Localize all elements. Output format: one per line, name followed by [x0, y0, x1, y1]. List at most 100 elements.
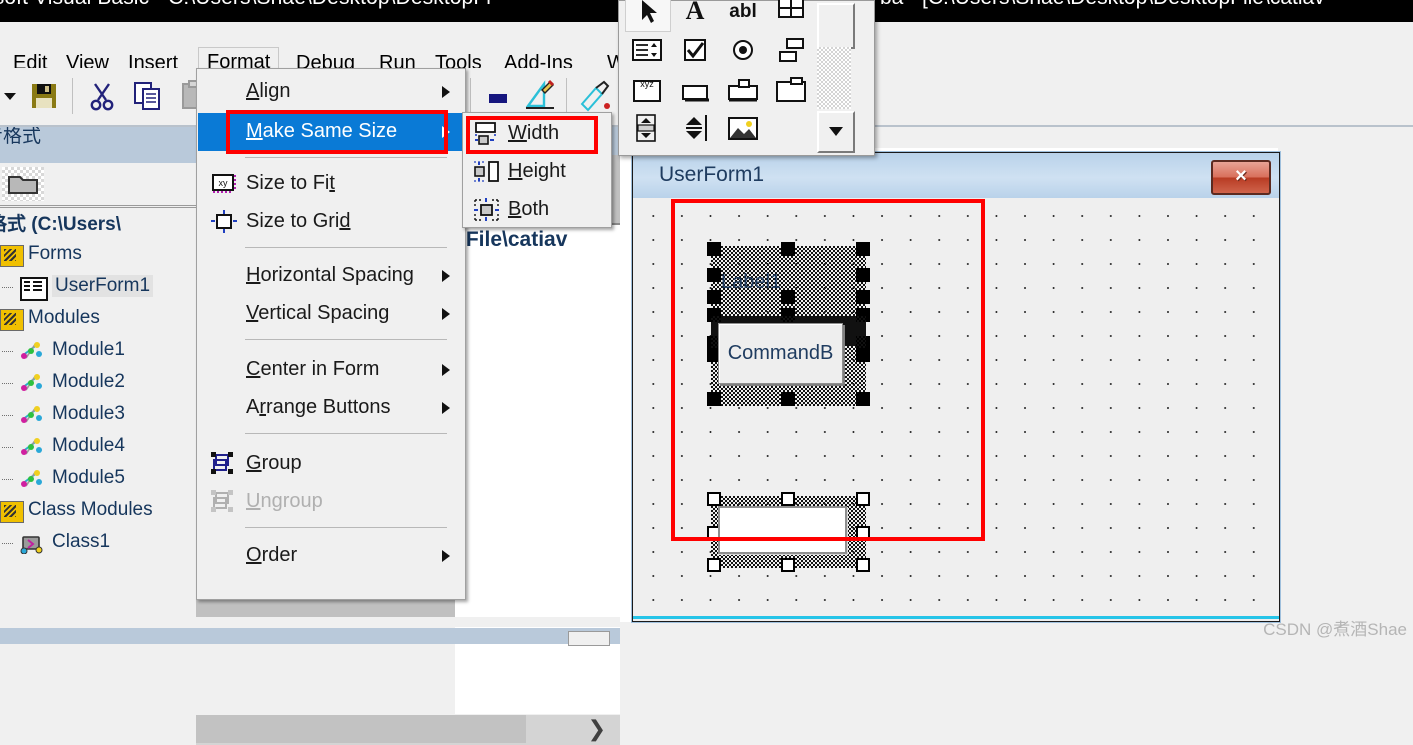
frame-icon[interactable]: xyz: [625, 73, 669, 110]
design-mode-icon[interactable]: [522, 78, 558, 114]
userform-window: UserForm1 × Label1 CommandB: [632, 152, 1280, 622]
tree-node-class1[interactable]: Class1: [0, 527, 196, 559]
commandbutton-icon[interactable]: [673, 73, 717, 110]
project-explorer-toolbar: [0, 165, 196, 208]
selection-handle[interactable]: [707, 392, 721, 406]
submenu-item-height[interactable]: Height: [464, 153, 610, 191]
menu-item-vertical-spacing[interactable]: Vertical Spacing: [198, 295, 464, 333]
selection-handle[interactable]: [856, 392, 870, 406]
svg-text:xyz: xyz: [640, 79, 654, 89]
spinbutton-icon[interactable]: [673, 111, 717, 148]
menu-item-make-same-size-label: Make Same Size: [246, 120, 398, 142]
menu-item-size-to-grid[interactable]: Size to Grid: [198, 203, 464, 241]
listbox-icon[interactable]: [625, 33, 669, 70]
selection-handle[interactable]: [707, 242, 721, 256]
selection-handle[interactable]: [707, 492, 721, 506]
tree-node-forms[interactable]: Forms: [0, 239, 196, 271]
color-swatch-icon[interactable]: [482, 78, 518, 114]
copy-icon[interactable]: [130, 78, 166, 114]
scroll-down-arrow-icon[interactable]: [817, 111, 855, 153]
tree-node-module4[interactable]: Module4: [0, 431, 196, 463]
submenu-arrow-icon: [442, 86, 450, 98]
tree-connector: [2, 287, 13, 288]
tree-node-modules[interactable]: Modules: [0, 303, 196, 335]
userform-canvas[interactable]: Label1 CommandB: [633, 198, 1279, 619]
submenu-arrow-icon: [442, 270, 450, 282]
menu-item-size-to-fit[interactable]: xy Size to Fit: [198, 165, 464, 203]
toolbar-separator-2: [470, 78, 471, 114]
selection-handle[interactable]: [781, 558, 795, 572]
label-icon[interactable]: A: [673, 0, 717, 30]
tree-connector: [2, 383, 13, 384]
optionbutton-icon[interactable]: [721, 33, 765, 70]
chevron-right-icon[interactable]: ❯: [588, 718, 606, 740]
menu-item-ungroup[interactable]: Ungroup: [198, 483, 464, 521]
toolbar-dropdown-arrow-icon[interactable]: [0, 86, 20, 106]
same-both-icon: [472, 197, 502, 223]
tree-node-module1[interactable]: Module1: [0, 335, 196, 367]
tree-node-label: Module3: [52, 403, 125, 424]
menu-item-size-to-grid-label: Size to Grid: [246, 210, 351, 232]
project-explorer-title: 专格式: [0, 127, 42, 147]
selection-handle[interactable]: [856, 526, 870, 540]
hscrollbar-thumb[interactable]: [196, 715, 526, 743]
scrollbar-icon[interactable]: [625, 111, 669, 148]
submenu-arrow-icon: [442, 364, 450, 376]
textbox1-control[interactable]: [718, 506, 847, 554]
submenu-arrow-icon: [442, 550, 450, 562]
code-window-hscrollbar[interactable]: ❯: [196, 714, 620, 745]
tree-node-class-modules[interactable]: Class Modules: [0, 495, 196, 527]
selection-handle[interactable]: [707, 268, 721, 282]
code-window-path-field: pFile\catiav: [455, 223, 622, 269]
toolbox-scroll-up[interactable]: [817, 3, 855, 49]
project-root-node[interactable]: 格式 (C:\Users\: [0, 209, 196, 239]
select-arrow-icon[interactable]: [625, 0, 671, 32]
toolbox-scrollbar[interactable]: [817, 3, 855, 153]
menu-item-make-same-size[interactable]: Make Same Size: [198, 113, 464, 151]
tree-node-userform1[interactable]: UserForm1: [0, 271, 196, 303]
menu-item-center-in-form[interactable]: Center in Form: [198, 351, 464, 389]
selection-handle[interactable]: [856, 242, 870, 256]
textbox-icon[interactable]: abl: [721, 0, 765, 30]
module-icon: [18, 468, 44, 490]
cut-icon[interactable]: [84, 78, 120, 114]
image-icon[interactable]: [721, 111, 765, 148]
commandbutton1-control[interactable]: CommandB: [718, 323, 843, 384]
menu-item-group[interactable]: Group: [198, 445, 464, 483]
menu-separator-3: [245, 339, 447, 340]
save-icon[interactable]: [26, 78, 62, 114]
selection-handle[interactable]: [781, 392, 795, 406]
tree-node-module2[interactable]: Module2: [0, 367, 196, 399]
tree-node-label: Modules: [28, 307, 100, 328]
status-strip: [0, 617, 620, 627]
menu-item-horizontal-spacing[interactable]: Horizontal Spacing: [198, 257, 464, 295]
submenu-item-both[interactable]: Both: [464, 191, 610, 229]
selection-handle[interactable]: [856, 348, 870, 362]
checkbox-icon[interactable]: [673, 33, 717, 70]
group-icon: [210, 451, 238, 477]
menu-item-align[interactable]: Align: [198, 73, 464, 111]
selection-handle[interactable]: [781, 492, 795, 506]
size-to-grid-icon: [210, 209, 238, 235]
toolbox-scroll-track[interactable]: [817, 47, 851, 109]
label1-control[interactable]: Label1: [721, 270, 871, 294]
submenu-item-width-label: Width: [508, 122, 560, 144]
selection-handle[interactable]: [707, 290, 721, 304]
combobox-icon[interactable]: [769, 0, 813, 30]
selection-handle[interactable]: [781, 242, 795, 256]
submenu-item-width[interactable]: Width: [464, 115, 610, 153]
tree-node-module3[interactable]: Module3: [0, 399, 196, 431]
multipage-icon[interactable]: [769, 73, 813, 110]
folder-view-icon[interactable]: [2, 167, 44, 201]
selection-handle[interactable]: [707, 558, 721, 572]
close-icon[interactable]: ×: [1211, 160, 1271, 195]
menu-item-order[interactable]: Order: [198, 537, 464, 575]
menu-item-arrange-buttons[interactable]: Arrange Buttons: [198, 389, 464, 427]
togglebutton-icon[interactable]: [769, 33, 813, 70]
object-browser-icon[interactable]: [578, 78, 614, 114]
svg-text:abl: abl: [729, 1, 756, 22]
selection-handle[interactable]: [856, 492, 870, 506]
selection-handle[interactable]: [856, 558, 870, 572]
tabstrip-icon[interactable]: [721, 73, 765, 110]
tree-node-module5[interactable]: Module5: [0, 463, 196, 495]
